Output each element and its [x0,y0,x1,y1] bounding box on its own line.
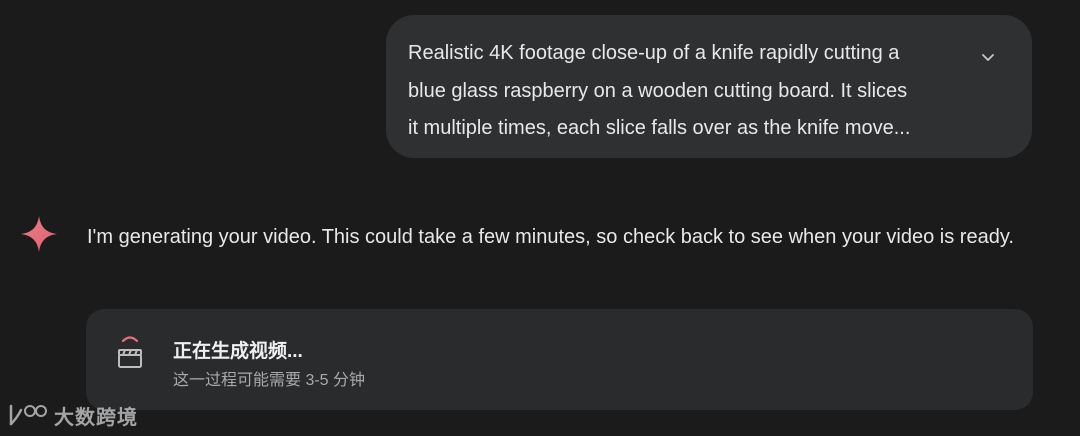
status-title: 正在生成视频... [173,341,303,362]
chat-page: Realistic 4K footage close-up of a knife… [0,0,1080,436]
clapperboard-icon [118,336,142,368]
watermark-logo-icon [9,404,47,426]
expand-message-button[interactable] [976,45,1000,69]
chevron-down-icon [982,54,994,61]
assistant-message: I'm generating your video. This could ta… [87,226,1014,248]
sparkle-icon [21,216,57,252]
video-generation-status-card: 正在生成视频... 这一过程可能需要 3-5 分钟 [86,309,1033,410]
user-message-text: Realistic 4K footage close-up of a knife… [408,42,911,139]
status-subtitle: 这一过程可能需要 3-5 分钟 [173,372,366,389]
watermark: 大数跨境 [8,400,138,430]
watermark-text: 大数跨境 [54,406,138,429]
user-message-bubble: Realistic 4K footage close-up of a knife… [386,15,1032,158]
